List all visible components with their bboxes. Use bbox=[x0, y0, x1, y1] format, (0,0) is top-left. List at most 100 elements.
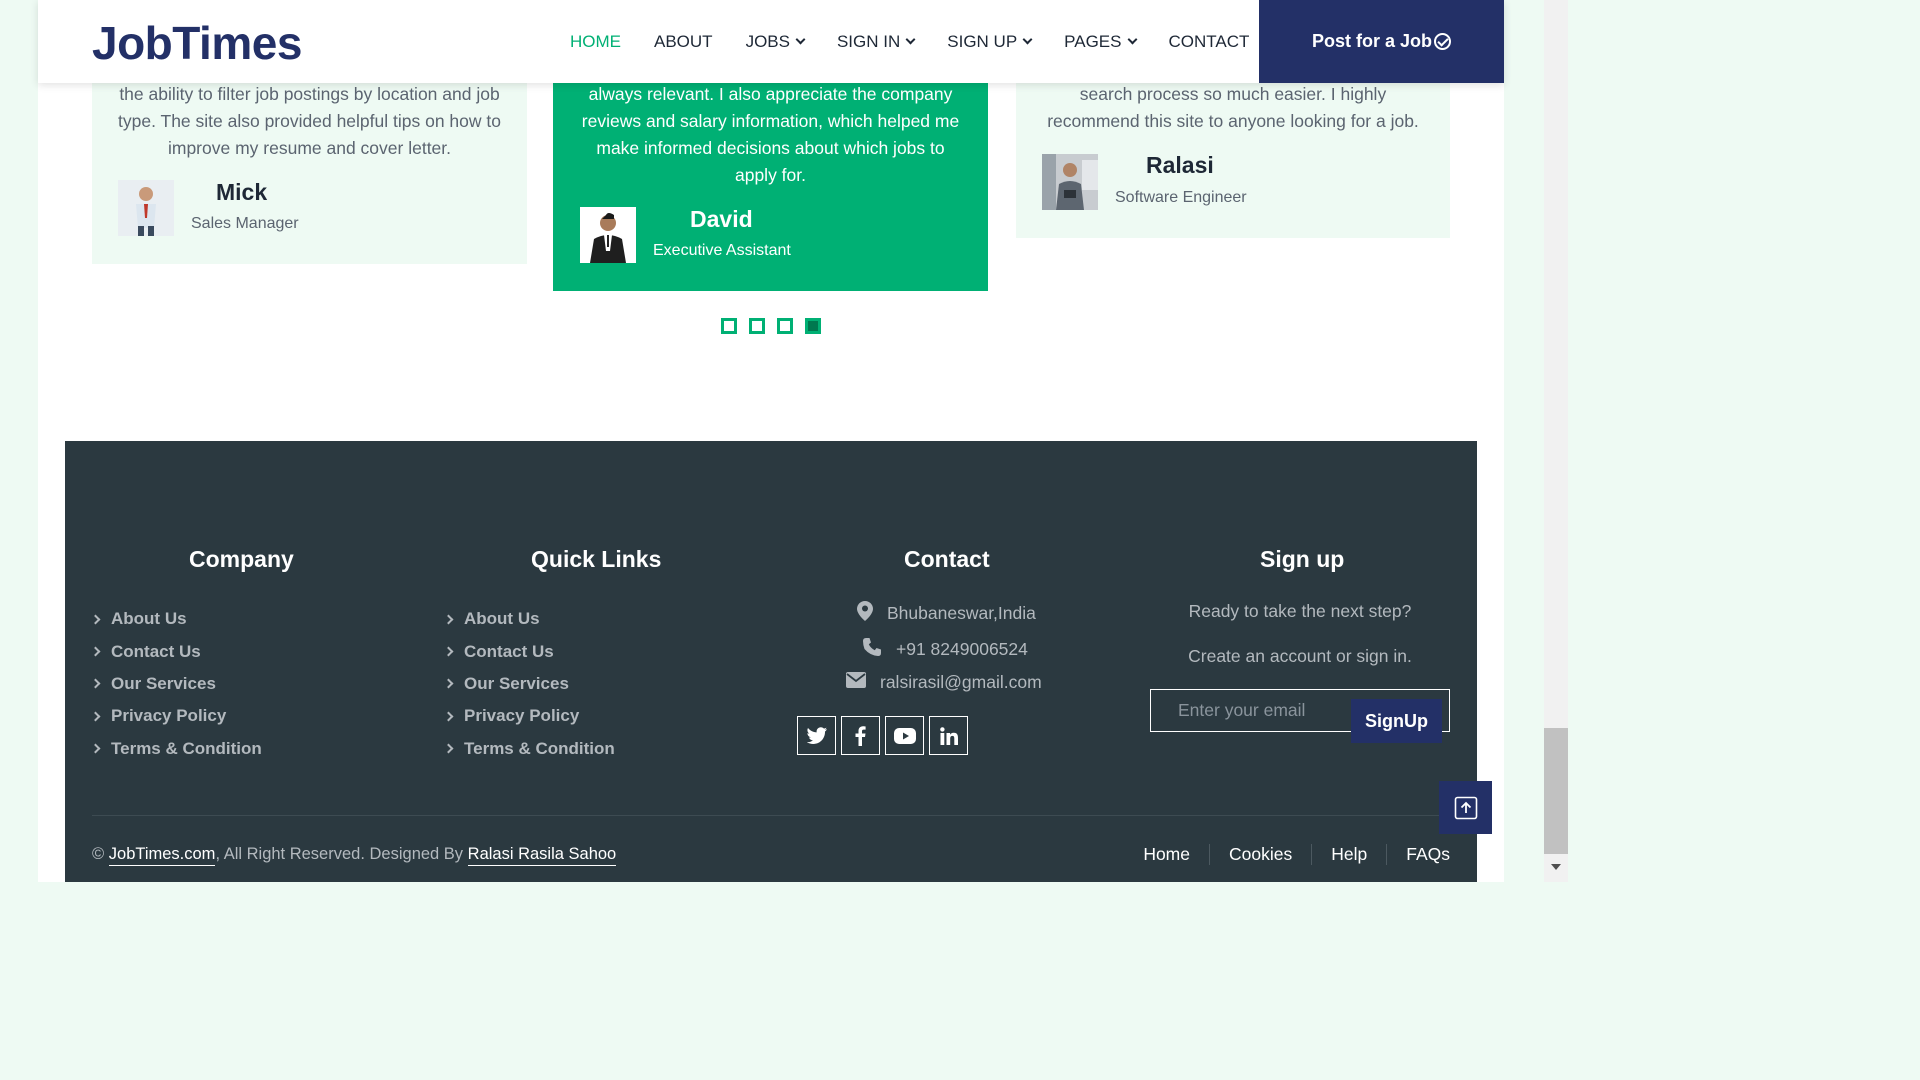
footer-signup-title: Sign up bbox=[1260, 546, 1345, 572]
footer-link-contact[interactable]: Contact Us bbox=[443, 635, 615, 667]
carousel-dot[interactable] bbox=[721, 318, 737, 334]
carousel-dot[interactable] bbox=[777, 318, 793, 334]
map-marker-icon bbox=[857, 601, 873, 626]
signup-button[interactable]: SignUp bbox=[1351, 699, 1442, 743]
footer-link-contact[interactable]: Contact Us bbox=[90, 635, 262, 667]
footer-link-services[interactable]: Our Services bbox=[443, 668, 615, 700]
testimonial-name: Ralasi bbox=[1146, 152, 1214, 178]
signup-line-1: Ready to take the next step? bbox=[1188, 601, 1412, 621]
footer-link-label: Terms & Condition bbox=[464, 738, 615, 758]
check-circle-icon bbox=[1434, 33, 1451, 50]
contact-location: Bhubaneswar,India bbox=[857, 601, 1036, 626]
linkedin-icon[interactable] bbox=[929, 716, 968, 755]
chevron-right-icon bbox=[443, 646, 454, 657]
footer-link-label: Terms & Condition bbox=[111, 738, 262, 758]
carousel-dots bbox=[721, 318, 833, 334]
footer-link-label: Our Services bbox=[111, 673, 216, 693]
scroll-down-arrow-icon[interactable] bbox=[1551, 864, 1561, 870]
footer-link-services[interactable]: Our Services bbox=[90, 668, 262, 700]
testimonial-quote: always relevant. I also appreciate the c… bbox=[581, 84, 960, 185]
testimonial-card-active: always relevant. I also appreciate the c… bbox=[553, 50, 988, 291]
twitter-icon[interactable] bbox=[797, 716, 836, 755]
footer-bottom-faqs[interactable]: FAQs bbox=[1387, 844, 1450, 865]
chevron-right-icon bbox=[90, 614, 101, 625]
footer-link-label: Privacy Policy bbox=[111, 706, 227, 726]
footer-link-about[interactable]: About Us bbox=[90, 603, 262, 635]
footer-link-label: Our Services bbox=[464, 673, 569, 693]
testimonial-quote: search process so much easier. I highly … bbox=[1047, 84, 1419, 131]
carousel-dot[interactable] bbox=[749, 318, 765, 334]
chevron-right-icon bbox=[90, 743, 101, 754]
site-link[interactable]: JobTimes.com bbox=[108, 845, 216, 866]
designer-link[interactable]: Ralasi Rasila Sahoo bbox=[467, 845, 617, 866]
phone-icon bbox=[862, 637, 882, 662]
signup-line-2: Create an account or sign in. bbox=[1188, 646, 1412, 666]
post-job-button[interactable]: Post for a Job bbox=[1259, 0, 1504, 83]
contact-phone: +91 8249006524 bbox=[862, 637, 1028, 662]
nav-jobs[interactable]: JOBS bbox=[745, 31, 806, 52]
contact-email: ralsirasil@gmail.com bbox=[846, 672, 1042, 693]
site-header: JobTimes HOME ABOUT JOBS SIGN IN SIGN UP… bbox=[38, 0, 1504, 83]
back-to-top-button[interactable] bbox=[1439, 781, 1492, 834]
nav-label: SIGN UP bbox=[947, 31, 1018, 51]
nav-label: ABOUT bbox=[654, 31, 713, 51]
footer-link-privacy[interactable]: Privacy Policy bbox=[443, 700, 615, 732]
testimonial-quote: the ability to filter job postings by lo… bbox=[118, 84, 501, 158]
nav-home[interactable]: HOME bbox=[570, 32, 621, 52]
footer-link-terms[interactable]: Terms & Condition bbox=[443, 733, 615, 765]
footer-link-terms[interactable]: Terms & Condition bbox=[90, 733, 262, 765]
footer-quick-links: About Us Contact Us Our Services Privacy… bbox=[443, 603, 615, 765]
testimonial-role: Sales Manager bbox=[191, 215, 299, 232]
chevron-right-icon bbox=[90, 679, 101, 689]
footer-bottom-help[interactable]: Help bbox=[1312, 844, 1388, 865]
footer-link-label: Contact Us bbox=[111, 641, 201, 661]
nav-sign-up[interactable]: SIGN UP bbox=[947, 31, 1033, 52]
nav-about[interactable]: ABOUT bbox=[654, 32, 713, 52]
contact-email-text[interactable]: ralsirasil@gmail.com bbox=[880, 672, 1042, 693]
avatar bbox=[1042, 154, 1098, 210]
site-logo[interactable]: JobTimes bbox=[92, 16, 302, 70]
nav-label: CONTACT bbox=[1168, 31, 1250, 51]
nav-contact[interactable]: CONTACT bbox=[1169, 32, 1250, 52]
avatar bbox=[118, 180, 174, 236]
main-nav: HOME ABOUT JOBS SIGN IN SIGN UP PAGES CO… bbox=[570, 0, 1282, 83]
footer-contact-title: Contact bbox=[904, 546, 990, 572]
nav-label: JOBS bbox=[745, 31, 790, 51]
chevron-down-icon bbox=[795, 34, 806, 45]
footer-link-label: Privacy Policy bbox=[464, 706, 580, 726]
scrollbar-thumb[interactable] bbox=[1544, 728, 1568, 854]
youtube-icon[interactable] bbox=[885, 716, 924, 755]
footer-divider bbox=[92, 815, 1450, 816]
facebook-icon[interactable] bbox=[841, 716, 880, 755]
footer-link-about[interactable]: About Us bbox=[443, 603, 615, 635]
nav-sign-in[interactable]: SIGN IN bbox=[836, 31, 916, 52]
footer-link-label: About Us bbox=[111, 609, 187, 629]
copyright-text: , All Right Reserved. Designed By bbox=[215, 845, 464, 863]
site-footer: Company About Us Contact Us Our Services… bbox=[65, 441, 1477, 882]
footer-bottom-links: Home Cookies Help FAQs bbox=[1124, 844, 1450, 865]
testimonial-name: David bbox=[690, 206, 753, 232]
carousel-dot-active[interactable] bbox=[805, 318, 821, 334]
testimonial-role: Executive Assistant bbox=[653, 242, 791, 259]
footer-link-label: About Us bbox=[464, 609, 540, 629]
arrow-up-icon bbox=[1454, 796, 1477, 819]
footer-company-links: About Us Contact Us Our Services Privacy… bbox=[90, 603, 262, 765]
social-links bbox=[797, 716, 973, 755]
chevron-down-icon bbox=[1022, 34, 1033, 45]
nav-label: SIGN IN bbox=[836, 31, 901, 51]
footer-bottom-home[interactable]: Home bbox=[1124, 844, 1210, 865]
chevron-right-icon bbox=[443, 614, 454, 625]
chevron-right-icon bbox=[443, 679, 454, 689]
chevron-down-icon bbox=[1127, 34, 1137, 45]
footer-bottom-cookies[interactable]: Cookies bbox=[1210, 844, 1313, 865]
chevron-down-icon bbox=[905, 34, 916, 45]
chevron-right-icon bbox=[443, 711, 454, 722]
testimonial-role: Software Engineer bbox=[1115, 189, 1247, 206]
footer-company-title: Company bbox=[189, 546, 294, 572]
chevron-right-icon bbox=[443, 743, 454, 754]
nav-label: HOME bbox=[570, 31, 621, 51]
nav-pages[interactable]: PAGES bbox=[1064, 32, 1137, 52]
email-input[interactable] bbox=[1151, 690, 1351, 731]
contact-phone-text[interactable]: +91 8249006524 bbox=[896, 639, 1028, 660]
footer-link-privacy[interactable]: Privacy Policy bbox=[90, 700, 262, 732]
